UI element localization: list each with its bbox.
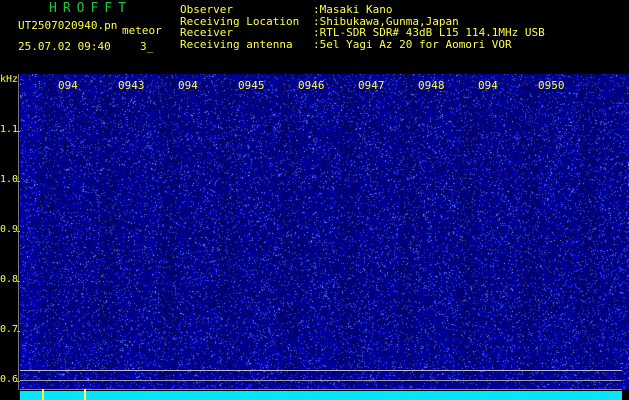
- freq-tick: 1.1: [0, 124, 19, 135]
- app-title: HROFFT: [49, 1, 132, 16]
- file-name: UT2507020940.pn: [18, 19, 118, 32]
- freq-tick-mark: [17, 131, 20, 132]
- frequency-axis: [18, 74, 19, 392]
- time-tick: 094: [478, 79, 498, 92]
- axis-unit-label: kHz: [0, 74, 19, 85]
- time-tick: 094: [58, 79, 78, 92]
- freq-tick: 1.0: [0, 174, 19, 185]
- time-tick: 0950: [538, 79, 565, 92]
- freq-tick: 0.7: [0, 324, 19, 335]
- baseline-marker: [42, 389, 44, 400]
- receiver-label: Receiver: [180, 26, 233, 39]
- time-tick: 0947: [358, 79, 385, 92]
- time-tick: 0945: [238, 79, 265, 92]
- freq-tick: 0.8: [0, 274, 19, 285]
- time-tick: 094: [178, 79, 198, 92]
- freq-tick-mark: [17, 281, 20, 282]
- reference-line: [20, 380, 622, 381]
- observer-value: :Masaki Kano: [313, 3, 393, 16]
- antenna-label: Receiving antenna: [180, 37, 293, 51]
- antenna-value: :5el Yagi Az 20 for Aomori VOR: [313, 37, 512, 51]
- freq-tick-mark: [17, 231, 20, 232]
- receiver-value: :RTL-SDR SDR# 43dB L15 114.1MHz USB: [313, 26, 545, 39]
- baseline-marker: [84, 389, 86, 400]
- mode-label: meteor: [122, 24, 162, 37]
- header-panel: HROFFT UT2507020940.pn meteor 25.07.02 0…: [0, 0, 629, 74]
- baseline-trace: [20, 391, 622, 400]
- spectrogram-canvas[interactable]: [20, 74, 629, 390]
- freq-tick: 0.6: [0, 374, 19, 385]
- datetime: 25.07.02 09:40: [18, 40, 111, 53]
- info-labels: Observer Receiving Location Receiver Rec…: [180, 4, 299, 50]
- time-tick: 0943: [118, 79, 145, 92]
- time-tick: 0948: [418, 79, 445, 92]
- time-tick: 0946: [298, 79, 325, 92]
- reference-line: [20, 370, 622, 371]
- freq-tick: 0.9: [0, 224, 19, 235]
- observer-label: Observer: [180, 3, 233, 16]
- info-values: :Masaki Kano :Shibukawa,Gunma,Japan :RTL…: [313, 4, 545, 50]
- freq-tick-mark: [17, 181, 20, 182]
- freq-tick-mark: [17, 381, 20, 382]
- freq-tick-mark: [17, 331, 20, 332]
- counter: 3_: [140, 40, 154, 53]
